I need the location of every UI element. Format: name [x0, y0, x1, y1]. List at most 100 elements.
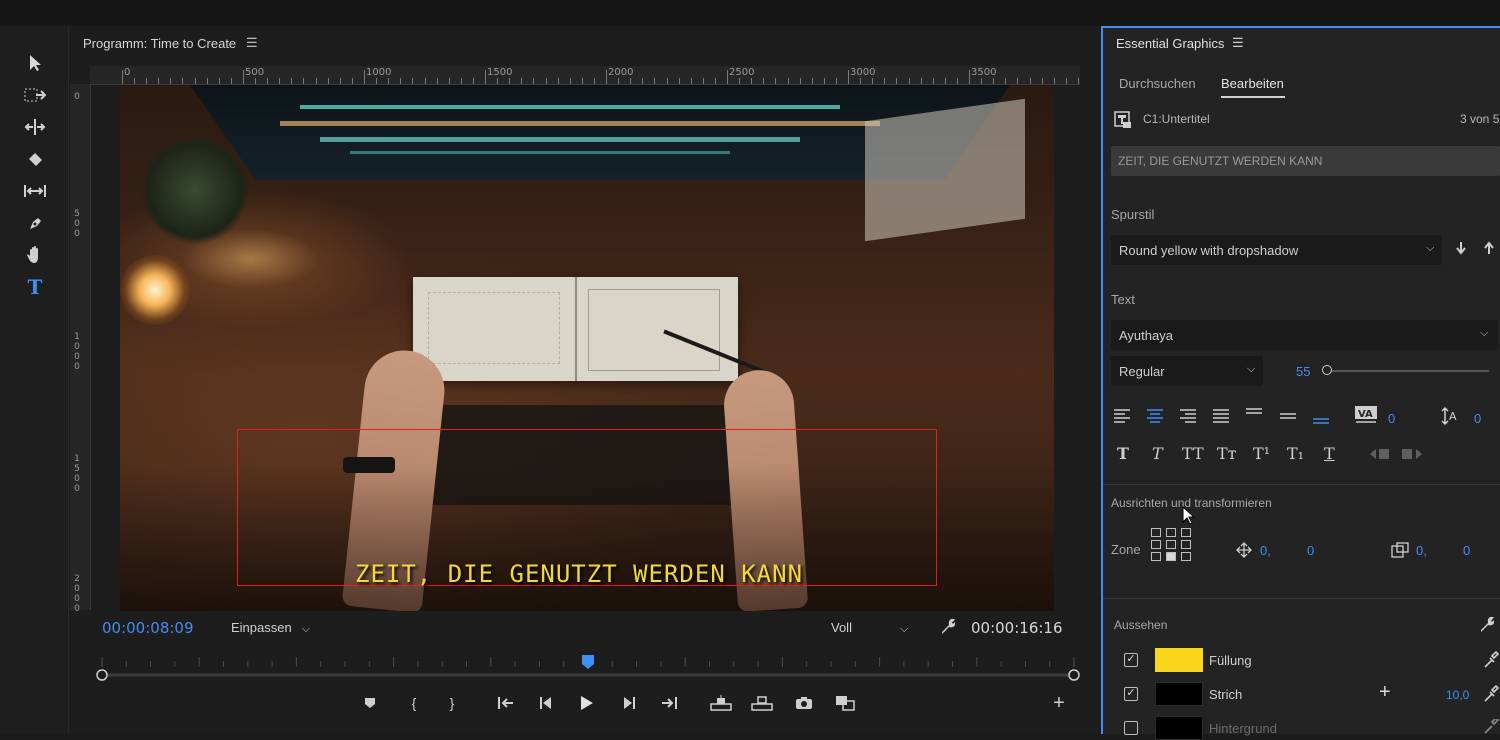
add-button-icon[interactable]: + — [1047, 692, 1071, 714]
add-stroke-icon[interactable]: + — [1379, 681, 1391, 704]
background-color-swatch[interactable] — [1155, 716, 1203, 740]
ruler-tick — [957, 78, 958, 84]
stroke-color-swatch[interactable] — [1155, 682, 1203, 706]
subtitle-caption[interactable]: ZEIT, DIE GENUTZT WERDEN KANN — [355, 560, 803, 588]
mark-out-icon[interactable]: } — [440, 692, 464, 714]
zone-cell[interactable] — [1166, 540, 1176, 549]
ruler-tick — [558, 78, 559, 84]
fill-color-swatch[interactable] — [1155, 648, 1203, 672]
faux-bold-button[interactable]: T — [1117, 444, 1129, 463]
play-icon[interactable] — [575, 692, 599, 714]
zoom-select[interactable]: Einpassen ⌵ — [231, 620, 310, 636]
font-size-slider[interactable] — [1322, 365, 1489, 375]
faux-italic-button[interactable]: T — [1152, 444, 1163, 463]
align-center-icon[interactable] — [1146, 408, 1164, 429]
ruler-tick — [316, 78, 317, 84]
stroke-checkbox[interactable]: ✓ — [1124, 687, 1138, 701]
underline-button[interactable]: T — [1324, 444, 1335, 463]
chevron-down-icon: ⌵ — [1480, 327, 1489, 339]
ruler-tick — [195, 78, 196, 84]
zone-label: Zone — [1111, 542, 1141, 557]
zone-cell[interactable] — [1181, 528, 1191, 537]
quality-select[interactable]: Voll ⌵ — [831, 620, 908, 636]
mark-in-icon[interactable]: { — [402, 692, 426, 714]
ripple-edit-tool-icon[interactable] — [22, 114, 48, 140]
position-x-value[interactable]: 0, — [1260, 543, 1271, 558]
wrench-icon[interactable] — [1478, 615, 1496, 638]
font-size-slider-knob[interactable] — [1322, 365, 1332, 375]
small-caps-button[interactable]: Tт — [1217, 444, 1237, 463]
ruler-tick — [788, 78, 789, 84]
push-up-arrow-icon[interactable] — [1481, 241, 1497, 259]
ruler-label: 500 — [245, 67, 265, 78]
go-to-in-icon[interactable] — [494, 692, 518, 714]
align-right-icon[interactable] — [1179, 408, 1197, 429]
paper-stack — [865, 98, 1025, 242]
current-timecode[interactable]: 00:00:08:09 — [102, 619, 194, 637]
eyedropper-icon[interactable] — [1483, 684, 1500, 708]
push-down-arrow-icon[interactable] — [1453, 241, 1469, 259]
superscript-button[interactable]: T¹ — [1253, 444, 1270, 463]
eyedropper-icon[interactable] — [1483, 650, 1500, 674]
lift-icon[interactable] — [709, 692, 733, 714]
comparison-view-icon[interactable] — [833, 692, 857, 714]
anchor-y-value[interactable]: 0 — [1463, 543, 1470, 558]
stroke-width-value[interactable]: 10,0 — [1446, 688, 1469, 702]
ruler-tick — [691, 78, 692, 84]
leading-value[interactable]: 0 — [1474, 411, 1481, 426]
type-tool-icon[interactable]: T — [22, 274, 48, 300]
font-size-value[interactable]: 55 — [1296, 364, 1310, 379]
text-layer-value: ZEIT, DIE GENUTZT WERDEN KANN — [1118, 154, 1323, 168]
timeline-scrubber[interactable] — [94, 655, 1084, 683]
hamburger-icon[interactable]: ☰ — [246, 35, 258, 51]
align-left-icon[interactable] — [1113, 408, 1131, 429]
zone-cell[interactable] — [1151, 552, 1161, 561]
step-back-icon[interactable] — [534, 692, 558, 714]
go-to-out-icon[interactable] — [657, 692, 681, 714]
ruler-tick — [872, 78, 873, 84]
align-top-icon[interactable] — [1245, 408, 1263, 429]
extract-icon[interactable] — [750, 692, 774, 714]
zone-cell[interactable] — [1151, 528, 1161, 537]
ruler-tick — [521, 78, 522, 84]
fill-checkbox[interactable]: ✓ — [1124, 653, 1138, 667]
appearance-label: Aussehen — [1114, 618, 1168, 632]
align-middle-icon[interactable] — [1279, 408, 1297, 429]
tab-browse[interactable]: Durchsuchen — [1119, 76, 1196, 91]
zone-cell[interactable] — [1181, 540, 1191, 549]
align-bottom-icon[interactable] — [1312, 408, 1330, 429]
selection-tool-icon[interactable] — [22, 50, 48, 76]
slip-tool-icon[interactable] — [22, 178, 48, 204]
zone-cell-active[interactable] — [1166, 552, 1176, 561]
eyedropper-icon[interactable] — [1483, 716, 1500, 739]
background-checkbox[interactable] — [1124, 721, 1138, 735]
program-monitor-title: Programm: Time to Create — [83, 36, 237, 51]
subscript-button[interactable]: T₁ — [1287, 444, 1304, 463]
font-style-value: Regular — [1119, 364, 1165, 379]
camera-icon[interactable] — [792, 692, 816, 714]
step-forward-icon[interactable] — [617, 692, 641, 714]
screen-timeline-bar — [300, 105, 840, 109]
zone-cell[interactable] — [1151, 540, 1161, 549]
tab-edit[interactable]: Bearbeiten — [1221, 76, 1284, 91]
hamburger-icon[interactable]: ☰ — [1232, 35, 1244, 51]
playhead[interactable] — [582, 655, 594, 669]
zone-cell[interactable] — [1166, 528, 1176, 537]
all-caps-button[interactable]: TT — [1182, 444, 1204, 463]
add-marker-icon[interactable] — [358, 692, 382, 714]
track-style-value: Round yellow with dropshadow — [1119, 243, 1299, 258]
ruler-tick — [243, 78, 244, 84]
hand-tool-icon[interactable] — [22, 242, 48, 268]
zone-grid[interactable] — [1151, 528, 1193, 561]
wrench-icon[interactable] — [939, 617, 957, 640]
position-y-value[interactable]: 0 — [1307, 543, 1314, 558]
justify-icon[interactable] — [1212, 408, 1230, 429]
razor-tool-icon[interactable] — [22, 146, 48, 172]
tracking-value[interactable]: 0 — [1388, 411, 1395, 426]
chevron-down-icon: ⌵ — [1247, 363, 1256, 375]
ruler-tick — [485, 78, 486, 84]
zone-cell[interactable] — [1181, 552, 1191, 561]
track-select-tool-icon[interactable] — [22, 82, 48, 108]
anchor-x-value[interactable]: 0, — [1416, 543, 1427, 558]
pen-tool-icon[interactable] — [22, 210, 48, 236]
